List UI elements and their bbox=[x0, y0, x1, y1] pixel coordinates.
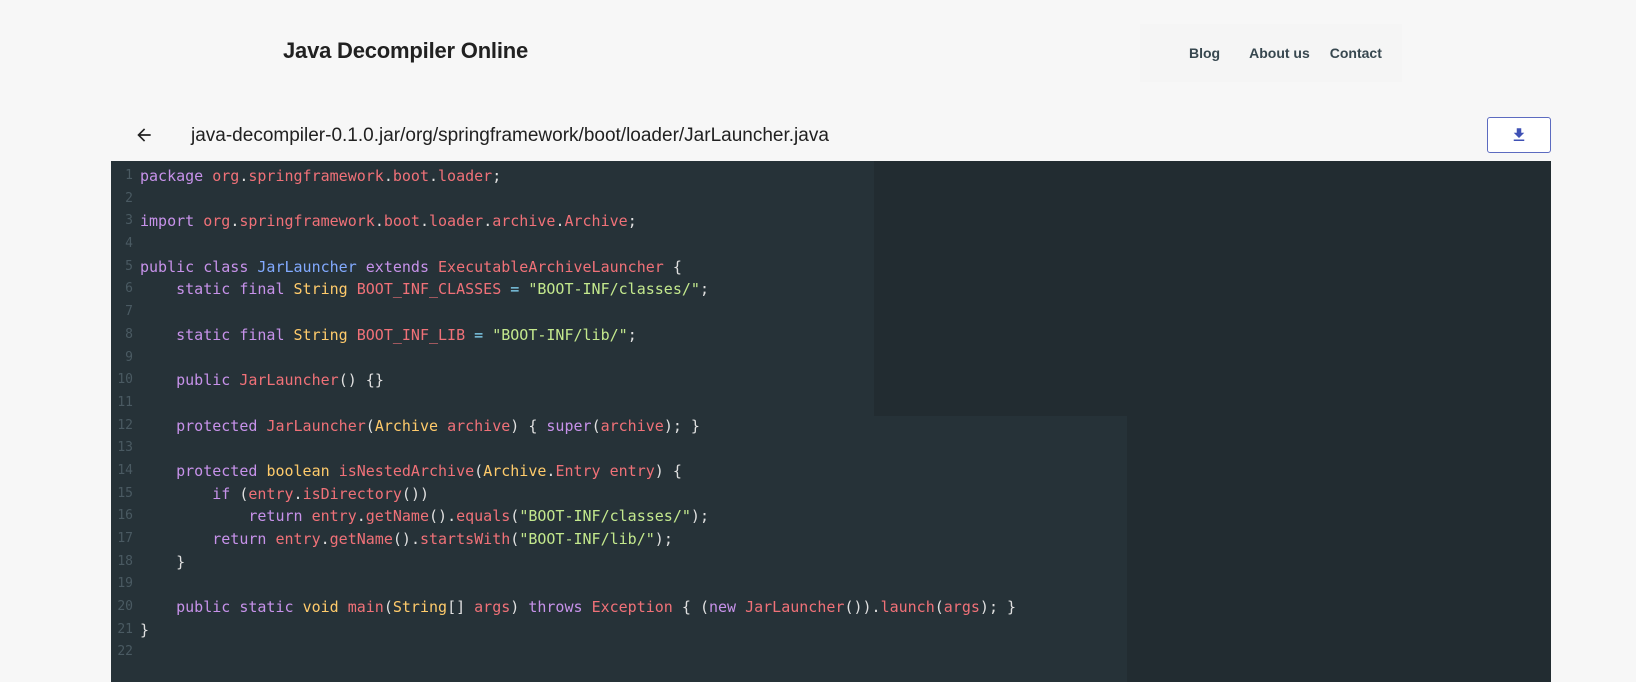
code-line: 11 bbox=[111, 392, 1016, 415]
code-text: public class JarLauncher extends Executa… bbox=[140, 257, 682, 276]
code-text: protected JarLauncher(Archive archive) {… bbox=[176, 416, 700, 435]
code-text: public JarLauncher() {} bbox=[176, 371, 384, 390]
line-number: 21 bbox=[117, 621, 133, 637]
line-number: 14 bbox=[117, 462, 133, 478]
site-title[interactable]: Java Decompiler Online bbox=[283, 38, 528, 64]
back-button[interactable] bbox=[129, 120, 159, 150]
code-text: } bbox=[176, 552, 186, 571]
code-text: return entry.getName().startsWith("BOOT-… bbox=[212, 530, 673, 548]
code-viewer[interactable]: 1 package org.springframework.boot.loader… bbox=[111, 161, 1551, 682]
line-number: 4 bbox=[125, 236, 133, 252]
code-text: protected boolean isNestedArchive(Archiv… bbox=[176, 461, 682, 480]
line-number: 22 bbox=[117, 644, 133, 660]
line-number: 9 bbox=[125, 349, 133, 365]
code-line: 1 package org.springframework.boot.loader… bbox=[111, 165, 1016, 188]
file-toolbar: java-decompiler-0.1.0.jar/org/springfram… bbox=[111, 110, 1551, 160]
line-number: 8 bbox=[125, 326, 133, 342]
line-number: 17 bbox=[117, 531, 133, 546]
line-number: 13 bbox=[117, 440, 133, 456]
line-number: 6 bbox=[125, 281, 133, 297]
code-line: 10 public JarLauncher() {} bbox=[111, 369, 1016, 392]
code-text: package org.springframework.boot.loader; bbox=[140, 167, 502, 185]
arrow-left-icon bbox=[137, 128, 151, 142]
code-line: 9 bbox=[111, 347, 1016, 370]
line-number: 12 bbox=[117, 417, 133, 433]
code-line: 7 bbox=[111, 301, 1016, 324]
code-text: if (entry.isDirectory()) bbox=[212, 484, 429, 503]
top-nav: Blog About us Contact bbox=[1140, 24, 1402, 82]
code-line: 8 static final String BOOT_INF_LIB = "BO… bbox=[111, 324, 1016, 347]
code-line: 14 protected boolean isNestedArchive(Arc… bbox=[111, 460, 1016, 483]
code-line: 4 bbox=[111, 233, 1016, 256]
code-line: 19 bbox=[111, 573, 1016, 596]
line-number: 5 bbox=[125, 258, 133, 274]
code-line: 17 return entry.getName().startsWith("BO… bbox=[111, 528, 1016, 551]
code-line: 18 } bbox=[111, 551, 1016, 574]
line-number: 10 bbox=[117, 372, 133, 388]
line-number: 2 bbox=[125, 190, 133, 206]
line-number: 18 bbox=[117, 553, 133, 569]
code-line: 2 bbox=[111, 188, 1016, 211]
code-line: 20 public static void main(String[] args… bbox=[111, 596, 1016, 619]
code-line: 5 public class JarLauncher extends Execut… bbox=[111, 256, 1016, 279]
code-text: return entry.getName().equals("BOOT-INF/… bbox=[248, 507, 709, 526]
file-path: java-decompiler-0.1.0.jar/org/springfram… bbox=[191, 125, 829, 146]
code-block: 1 package org.springframework.boot.loader… bbox=[111, 165, 1016, 664]
code-line: 13 bbox=[111, 437, 1016, 460]
download-icon bbox=[1513, 128, 1525, 141]
code-text: import org.springframework.boot.loader.a… bbox=[140, 212, 637, 231]
code-line: 16 return entry.getName().equals("BOOT-I… bbox=[111, 505, 1016, 528]
code-text: static final String BOOT_INF_LIB = "BOOT… bbox=[176, 325, 637, 344]
line-number: 7 bbox=[125, 304, 133, 320]
nav-about-link[interactable]: About us bbox=[1249, 45, 1310, 61]
line-number: 19 bbox=[117, 576, 133, 592]
code-line: 3 import org.springframework.boot.loader.… bbox=[111, 210, 1016, 233]
nav-contact-link[interactable]: Contact bbox=[1330, 45, 1382, 61]
line-number: 1 bbox=[125, 168, 133, 183]
line-number: 20 bbox=[117, 599, 133, 615]
code-line: 22 bbox=[111, 641, 1016, 664]
line-number: 15 bbox=[117, 485, 133, 501]
code-text: static final String BOOT_INF_CLASSES = "… bbox=[176, 280, 709, 299]
download-button[interactable] bbox=[1487, 117, 1551, 153]
code-line: 6 static final String BOOT_INF_CLASSES =… bbox=[111, 278, 1016, 301]
code-text: public static void main(String[] args) t… bbox=[176, 598, 1017, 617]
line-number: 3 bbox=[125, 213, 133, 229]
code-line: 15 if (entry.isDirectory()) bbox=[111, 483, 1016, 506]
line-number: 16 bbox=[117, 508, 133, 524]
code-text: } bbox=[140, 620, 150, 639]
nav-blog-link[interactable]: Blog bbox=[1189, 45, 1220, 61]
code-line: 21} bbox=[111, 619, 1016, 642]
line-number: 11 bbox=[117, 394, 133, 410]
code-line: 12 protected JarLauncher(Archive archive… bbox=[111, 415, 1016, 438]
